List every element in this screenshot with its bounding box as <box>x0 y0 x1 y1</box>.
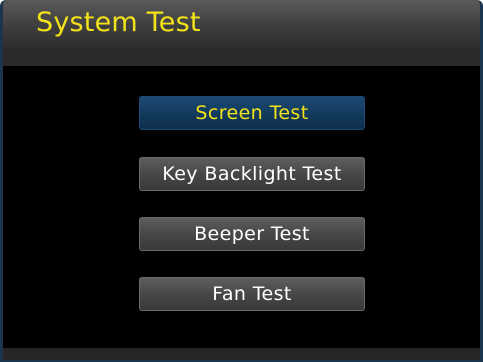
beeper-test-button[interactable]: Beeper Test <box>139 217 365 251</box>
footer-bar <box>3 348 480 360</box>
system-test-screen: System Test Screen Test Key Backlight Te… <box>0 0 483 362</box>
page-title: System Test <box>36 7 201 38</box>
title-divider <box>3 48 480 66</box>
title-bar: System Test <box>3 0 480 48</box>
menu-panel: Screen Test Key Backlight Test Beeper Te… <box>3 66 480 346</box>
fan-test-button[interactable]: Fan Test <box>139 277 365 311</box>
key-backlight-test-button[interactable]: Key Backlight Test <box>139 157 365 191</box>
screen-test-button[interactable]: Screen Test <box>139 96 365 130</box>
